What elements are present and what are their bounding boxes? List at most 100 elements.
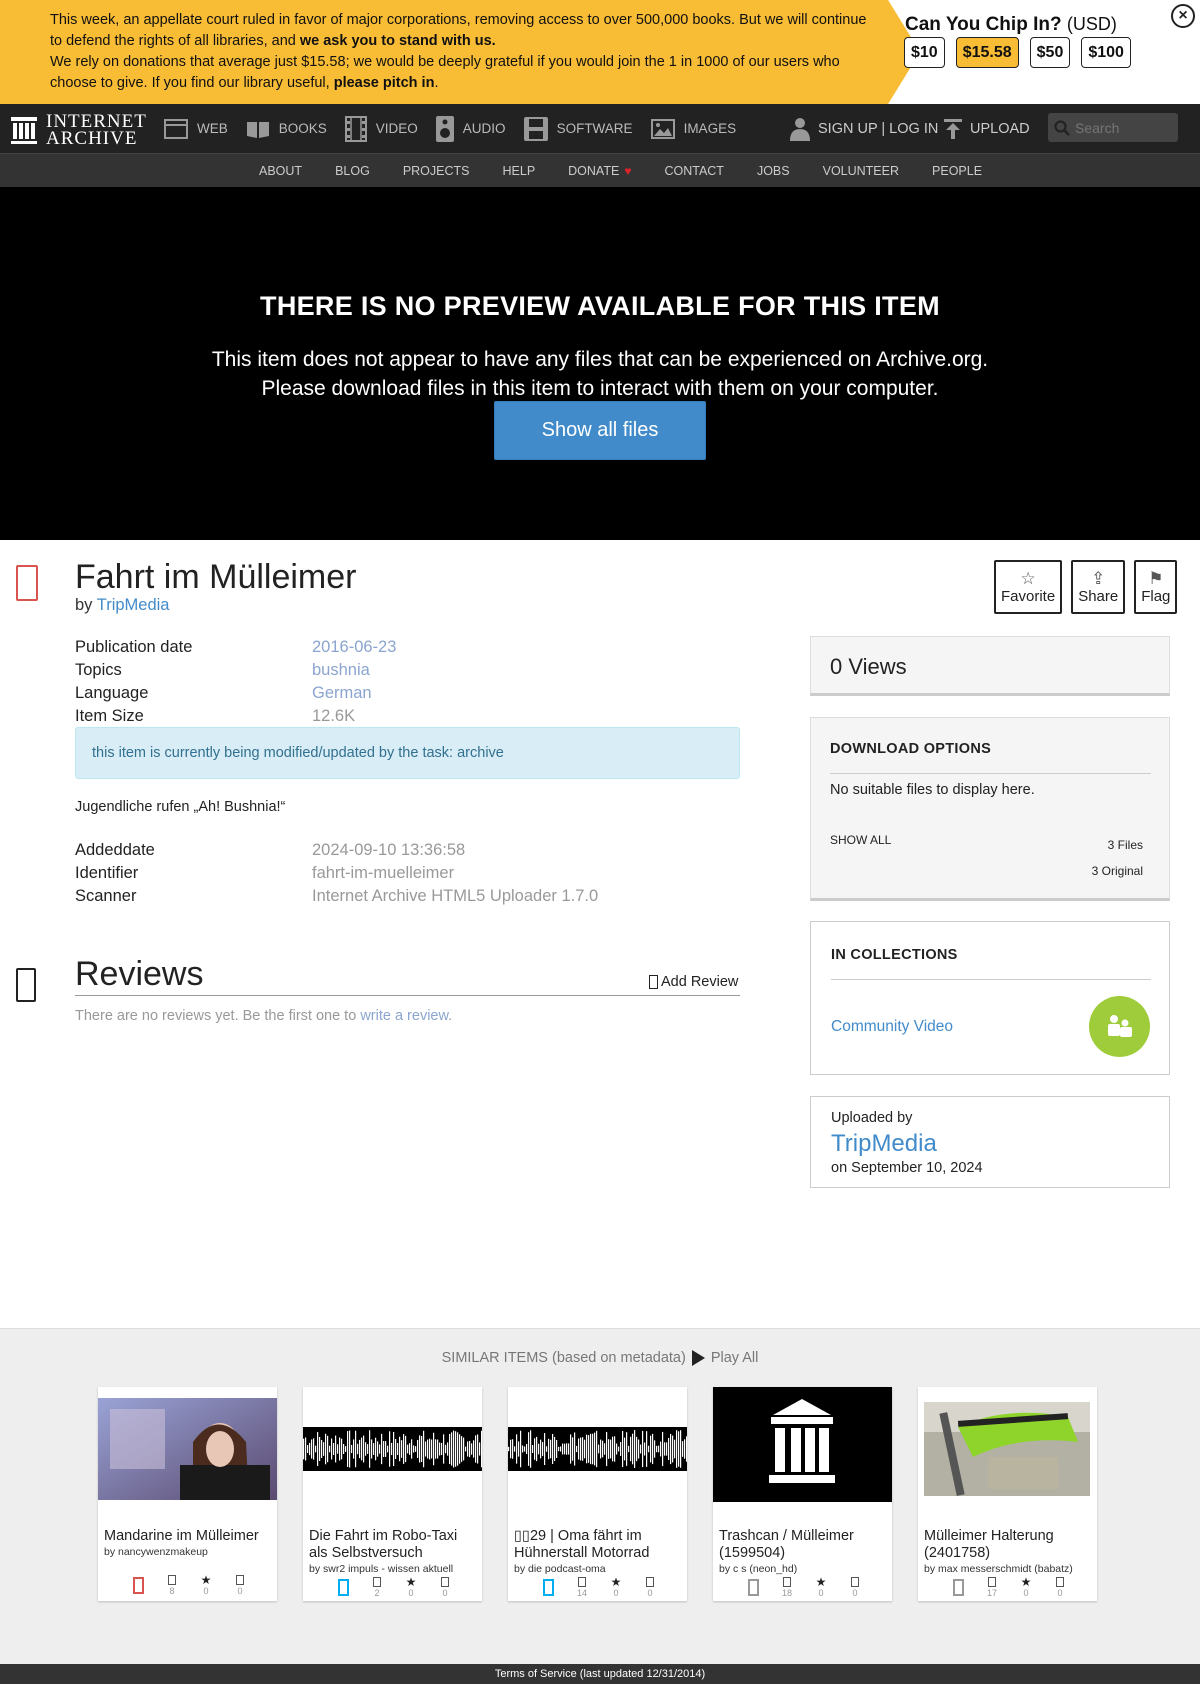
no-files-message: No suitable files to display here. <box>830 782 1035 798</box>
subnav-jobs[interactable]: JOBS <box>757 154 790 188</box>
nav-audio[interactable]: AUDIO <box>435 104 506 153</box>
views-icon <box>578 1577 586 1587</box>
favorite-icon: ★ <box>200 1573 212 1587</box>
search-box <box>1048 113 1178 142</box>
nav-video[interactable]: VIDEO <box>344 104 418 153</box>
write-review-link[interactable]: write a review <box>360 1008 448 1024</box>
subnav-about[interactable]: ABOUT <box>259 154 302 188</box>
subnav-blog[interactable]: BLOG <box>335 154 370 188</box>
internet-archive-logo[interactable]: INTERNET ARCHIVE <box>10 112 147 148</box>
similar-item-card[interactable]: ▯▯29 | Oma fährt im Hühnerstall Motorrad… <box>508 1387 687 1601</box>
subnav-donate[interactable]: DONATE ♥ <box>568 154 631 188</box>
show-all-files-button[interactable]: Show all files <box>494 401 706 460</box>
flag-icon: ⚑ <box>1148 568 1164 588</box>
collections-panel: IN COLLECTIONS Community Video <box>810 921 1170 1075</box>
thumbnail[interactable] <box>98 1387 277 1502</box>
thumbnail[interactable] <box>918 1387 1097 1502</box>
image-icon <box>650 118 675 139</box>
terms-of-service-link[interactable]: Terms of Service (last updated 12/31/201… <box>0 1664 1200 1684</box>
subnav-volunteer[interactable]: VOLUNTEER <box>823 154 899 188</box>
card-title[interactable]: ▯▯29 | Oma fährt im Hühnerstall Motorrad <box>514 1528 684 1562</box>
film-icon <box>344 115 367 142</box>
emoji-placeholder-icon: ▯▯ <box>514 1528 530 1544</box>
community-icon <box>1107 1014 1132 1037</box>
meta-row: Identifier fahrt-im-muelleimer <box>75 864 455 882</box>
thumbnail[interactable] <box>713 1387 892 1502</box>
meta-row: Topics bushnia <box>75 661 370 680</box>
archive-building-icon <box>713 1387 892 1502</box>
views-count: 0 Views <box>810 636 1170 696</box>
share-button[interactable]: ⇪ Share <box>1071 560 1126 614</box>
uploader-link[interactable]: TripMedia <box>831 1130 937 1158</box>
similar-items-heading: SIMILAR ITEMS (based on metadata) Play A… <box>441 1350 759 1366</box>
card-creator: by max messerschmidt (babatz) <box>924 1563 1073 1575</box>
language-link[interactable]: German <box>312 684 372 703</box>
nav-software[interactable]: SOFTWARE <box>523 104 633 153</box>
amount-button-50[interactable]: $50 <box>1029 37 1071 68</box>
item-metadata: Publication date 2016-06-23 Topics bushnia… <box>75 636 396 728</box>
texture-type-icon <box>747 1579 759 1596</box>
views-icon <box>783 1577 791 1587</box>
thumbnail[interactable] <box>303 1387 482 1502</box>
play-all-link[interactable]: Play All <box>711 1350 759 1366</box>
amount-button-10[interactable]: $10 <box>904 37 945 68</box>
archive-building-icon <box>11 117 37 144</box>
upload-link[interactable]: UPLOAD <box>944 104 1030 153</box>
item-description: Jugendliche rufen „Ah! Bushnia!“ <box>75 799 286 815</box>
subnav-contact[interactable]: CONTACT <box>664 154 724 188</box>
close-banner-button[interactable]: × <box>1171 4 1195 28</box>
creator-link[interactable]: TripMedia <box>97 596 170 614</box>
collection-link[interactable]: Community Video <box>831 1018 953 1036</box>
speaker-icon <box>435 115 454 142</box>
search-icon <box>1054 119 1070 136</box>
similar-item-card[interactable]: Mandarine im Mülleimer by nancywenzmakeu… <box>98 1387 277 1601</box>
subnav-help[interactable]: HELP <box>503 154 536 188</box>
upload-date: on September 10, 2024 <box>831 1160 983 1176</box>
item-actions: ☆ Favorite ⇪ Share ⚑ Flag <box>994 560 1178 614</box>
thumbnail[interactable] <box>508 1387 687 1502</box>
card-title[interactable]: Die Fahrt im Robo-Taxi als Selbstversuch <box>309 1528 479 1562</box>
similar-item-card[interactable]: Mülleimer Halterung (2401758) by max mes… <box>918 1387 1097 1601</box>
subnav-projects[interactable]: PROJECTS <box>403 154 470 188</box>
similar-item-card[interactable]: Trashcan / Mülleimer (1599504) by c s (n… <box>713 1387 892 1601</box>
publication-date-link[interactable]: 2016-06-23 <box>312 638 396 657</box>
reviews-icon <box>441 1577 449 1587</box>
views-icon <box>373 1577 381 1587</box>
nav-images[interactable]: IMAGES <box>650 104 736 153</box>
card-title[interactable]: Mandarine im Mülleimer <box>104 1528 274 1545</box>
nav-books[interactable]: BOOKS <box>246 104 327 153</box>
item-title: Fahrt im Mülleimer <box>75 558 357 596</box>
amount-button-15-58[interactable]: $15.58 <box>955 37 1019 68</box>
flag-button[interactable]: ⚑ Flag <box>1134 560 1178 614</box>
meta-row: Addeddate 2024-09-10 13:36:58 <box>75 841 466 859</box>
donation-amounts: $10 $15.58 $50 $100 <box>904 37 1131 68</box>
show-all-link[interactable]: SHOW ALL <box>830 833 891 847</box>
divider <box>831 979 1151 980</box>
files-count: 3 Files <box>1107 838 1143 852</box>
favorite-button[interactable]: ☆ Favorite <box>994 560 1063 614</box>
heart-icon: ♥ <box>624 164 632 178</box>
card-title[interactable]: Trashcan / Mülleimer (1599504) <box>719 1528 889 1562</box>
secondary-navigation: ABOUT BLOG PROJECTS HELP DONATE ♥ CONTACT… <box>0 153 1200 187</box>
download-options-panel: DOWNLOAD OPTIONS No suitable files to di… <box>810 717 1170 901</box>
uploaded-by-label: Uploaded by <box>831 1110 913 1126</box>
banner-message: This week, an appellate court ruled in f… <box>50 12 867 91</box>
amount-button-100[interactable]: $100 <box>1081 37 1131 68</box>
subnav-people[interactable]: PEOPLE <box>932 154 982 188</box>
audio-type-icon <box>337 1579 349 1596</box>
signup-login-link[interactable]: SIGN UP | LOG IN <box>790 104 938 153</box>
play-icon[interactable] <box>691 1350 705 1366</box>
add-review-button[interactable]: Add Review <box>649 974 738 990</box>
topic-link[interactable]: bushnia <box>312 661 370 680</box>
similar-item-card[interactable]: Die Fahrt im Robo-Taxi als Selbstversuch… <box>303 1387 482 1601</box>
card-creator: by die podcast-oma <box>514 1563 606 1575</box>
nav-web[interactable]: WEB <box>164 104 228 153</box>
waveform-thumbnail <box>303 1387 482 1502</box>
download-options-heading: DOWNLOAD OPTIONS <box>830 741 992 757</box>
card-stats: 17 ★ 0 0 <box>948 1576 1070 1598</box>
card-title[interactable]: Mülleimer Halterung (2401758) <box>924 1528 1094 1562</box>
item-metadata-extra: Addeddate 2024-09-10 13:36:58 Identifier f… <box>75 839 598 908</box>
no-preview-heading: THERE IS NO PREVIEW AVAILABLE FOR THIS I… <box>260 291 940 321</box>
community-video-badge[interactable] <box>1089 996 1150 1057</box>
search-input[interactable] <box>1075 119 1170 136</box>
